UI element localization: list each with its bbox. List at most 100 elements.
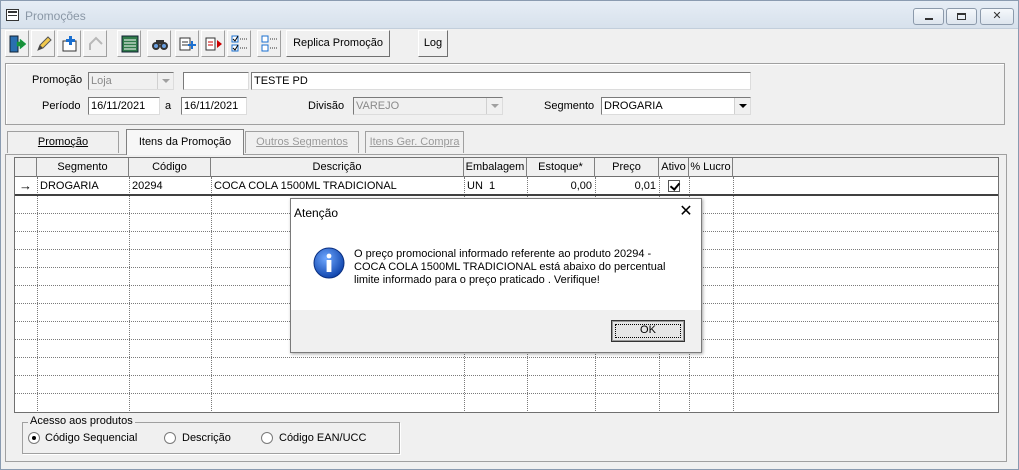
window-title: Promoções xyxy=(25,9,86,23)
chevron-down-icon xyxy=(486,98,502,114)
ok-button[interactable]: OK xyxy=(611,320,685,342)
cell-embalagem[interactable]: UN 1 xyxy=(467,178,525,194)
divisao-select[interactable]: VAREJO xyxy=(353,97,503,115)
tab-itens-label: Itens da Promoção xyxy=(138,136,232,148)
dialog-message-line: COCA COLA 1500ML TRADICIONAL está abaixo… xyxy=(354,261,666,273)
segmento-label: Segmento xyxy=(544,100,595,112)
cell-ativo-checkbox[interactable] xyxy=(668,180,680,192)
grid-header: Segmento Código Descrição Embalagem Esto… xyxy=(15,158,998,177)
divisao-value: VAREJO xyxy=(356,100,400,112)
periodo-label: Período xyxy=(42,100,81,112)
promotion-header: Promoção Loja TESTE PD Período 16/11/202… xyxy=(5,63,1005,125)
radio-descricao[interactable] xyxy=(164,432,176,444)
close-button[interactable]: ✕ xyxy=(980,8,1014,25)
grid-row-separator xyxy=(15,357,998,358)
grid-row-separator xyxy=(15,194,998,196)
col-header-embalagem[interactable]: Embalagem xyxy=(464,158,527,177)
close-icon: ✕ xyxy=(992,10,1002,22)
divisao-label: Divisão xyxy=(308,100,345,112)
log-label: Log xyxy=(423,37,443,49)
exit-icon xyxy=(9,35,27,53)
dialog-message-line: O preço promocional informado referente … xyxy=(354,248,652,260)
periodo-separator: a xyxy=(165,100,172,112)
cell-descricao[interactable]: COCA COLA 1500ML TRADICIONAL xyxy=(214,178,462,194)
grid-row-separator xyxy=(15,375,998,376)
search-button[interactable] xyxy=(147,30,171,57)
periodo-from-input[interactable]: 16/11/2021 xyxy=(88,97,160,115)
add-icon xyxy=(62,36,77,52)
cell-estoque[interactable]: 0,00 xyxy=(529,178,592,194)
radio-descricao-label[interactable]: Descrição xyxy=(182,432,231,444)
periodo-to-input[interactable]: 16/11/2021 xyxy=(181,97,247,115)
promocao-code-input[interactable] xyxy=(183,72,249,90)
maximize-icon xyxy=(957,13,966,20)
maximize-button[interactable] xyxy=(946,8,977,25)
insert-icon xyxy=(179,37,196,51)
col-header-segmento[interactable]: Segmento xyxy=(37,158,129,177)
replica-promocao-button[interactable]: Replica Promoção xyxy=(286,30,390,57)
cell-preco[interactable]: 0,01 xyxy=(597,178,656,194)
promocao-type-value: Loja xyxy=(91,75,112,87)
dialog-body: O preço promocional informado referente … xyxy=(291,225,701,310)
uncheck-all-button[interactable] xyxy=(257,30,281,57)
minimize-button[interactable] xyxy=(913,8,944,25)
cell-segmento[interactable]: DROGARIA xyxy=(40,178,128,194)
exit-button[interactable] xyxy=(5,30,29,57)
toolbar: Replica Promoção Log xyxy=(5,30,1015,58)
tab-itens-da-promocao[interactable]: Itens da Promoção xyxy=(126,129,244,155)
info-icon xyxy=(313,247,345,279)
edit-button[interactable] xyxy=(31,30,55,57)
edit-icon xyxy=(37,36,52,51)
title-bar[interactable]: Promoções ✕ xyxy=(1,1,1018,29)
promocoes-window: Promoções ✕ Replica Promoção Log Promoçã… xyxy=(0,0,1019,470)
search-icon xyxy=(152,40,168,50)
col-header-estoque[interactable]: Estoque* xyxy=(527,158,595,177)
dialog-footer: OK xyxy=(291,310,701,352)
col-header-codigo[interactable]: Código xyxy=(129,158,211,177)
export-button[interactable] xyxy=(201,30,225,57)
app-icon xyxy=(6,9,19,21)
promocao-label: Promoção xyxy=(32,74,83,86)
radio-codigo-ean[interactable] xyxy=(261,432,273,444)
replica-promocao-label: Replica Promoção xyxy=(293,37,383,49)
tab-itens-ger-compra[interactable]: Itens Ger. Compra xyxy=(365,131,464,153)
radio-codigo-sequencial[interactable] xyxy=(28,432,40,444)
insert-button[interactable] xyxy=(175,30,199,57)
unchecklist-icon xyxy=(261,35,278,52)
check-all-button[interactable] xyxy=(227,30,251,57)
attention-dialog: Atenção ✕ O preço promocional informado … xyxy=(290,198,702,353)
segmento-value: DROGARIA xyxy=(604,100,663,112)
dialog-message-line: limite informado para o preço praticado … xyxy=(354,274,600,286)
promocao-name-input[interactable]: TESTE PD xyxy=(251,72,751,90)
col-header-descricao[interactable]: Descrição xyxy=(211,158,464,177)
dialog-title: Atenção xyxy=(294,206,339,220)
col-header-lucro[interactable]: % Lucro xyxy=(689,158,733,177)
promocao-type-select[interactable]: Loja xyxy=(88,72,174,90)
dialog-close-button[interactable]: ✕ xyxy=(677,203,695,221)
col-header-ativo[interactable]: Ativo xyxy=(659,158,689,177)
disabled-icon xyxy=(89,36,103,50)
radio-codigo-ean-label[interactable]: Código EAN/UCC xyxy=(279,432,366,444)
grid-row-separator xyxy=(15,393,998,394)
col-header-preco[interactable]: Preço xyxy=(595,158,659,177)
chevron-down-icon xyxy=(157,73,173,89)
focus-ring xyxy=(615,324,681,338)
disabled-tool-button[interactable] xyxy=(83,30,107,57)
radio-codigo-sequencial-label[interactable]: Código Sequencial xyxy=(45,432,137,444)
grid-indicator-header xyxy=(15,158,37,177)
cell-codigo[interactable]: 20294 xyxy=(132,178,210,194)
minimize-icon xyxy=(924,18,933,20)
tab-itens-ger-label: Itens Ger. Compra xyxy=(369,136,460,148)
row-indicator-icon: → xyxy=(19,178,32,193)
add-button[interactable] xyxy=(57,30,81,57)
export-icon xyxy=(205,37,222,51)
tab-outros-label: Outros Segmentos xyxy=(256,136,348,148)
checklist-icon xyxy=(231,35,248,52)
tab-promocao-label: Promoção xyxy=(37,136,89,148)
tab-promocao[interactable]: Promoção xyxy=(7,131,119,153)
segmento-select[interactable]: DROGARIA xyxy=(601,97,751,115)
list-button[interactable] xyxy=(117,30,141,57)
log-button[interactable]: Log xyxy=(418,30,448,57)
acesso-produtos-legend: Acesso aos produtos xyxy=(28,415,135,427)
tab-outros-segmentos[interactable]: Outros Segmentos xyxy=(245,131,359,153)
